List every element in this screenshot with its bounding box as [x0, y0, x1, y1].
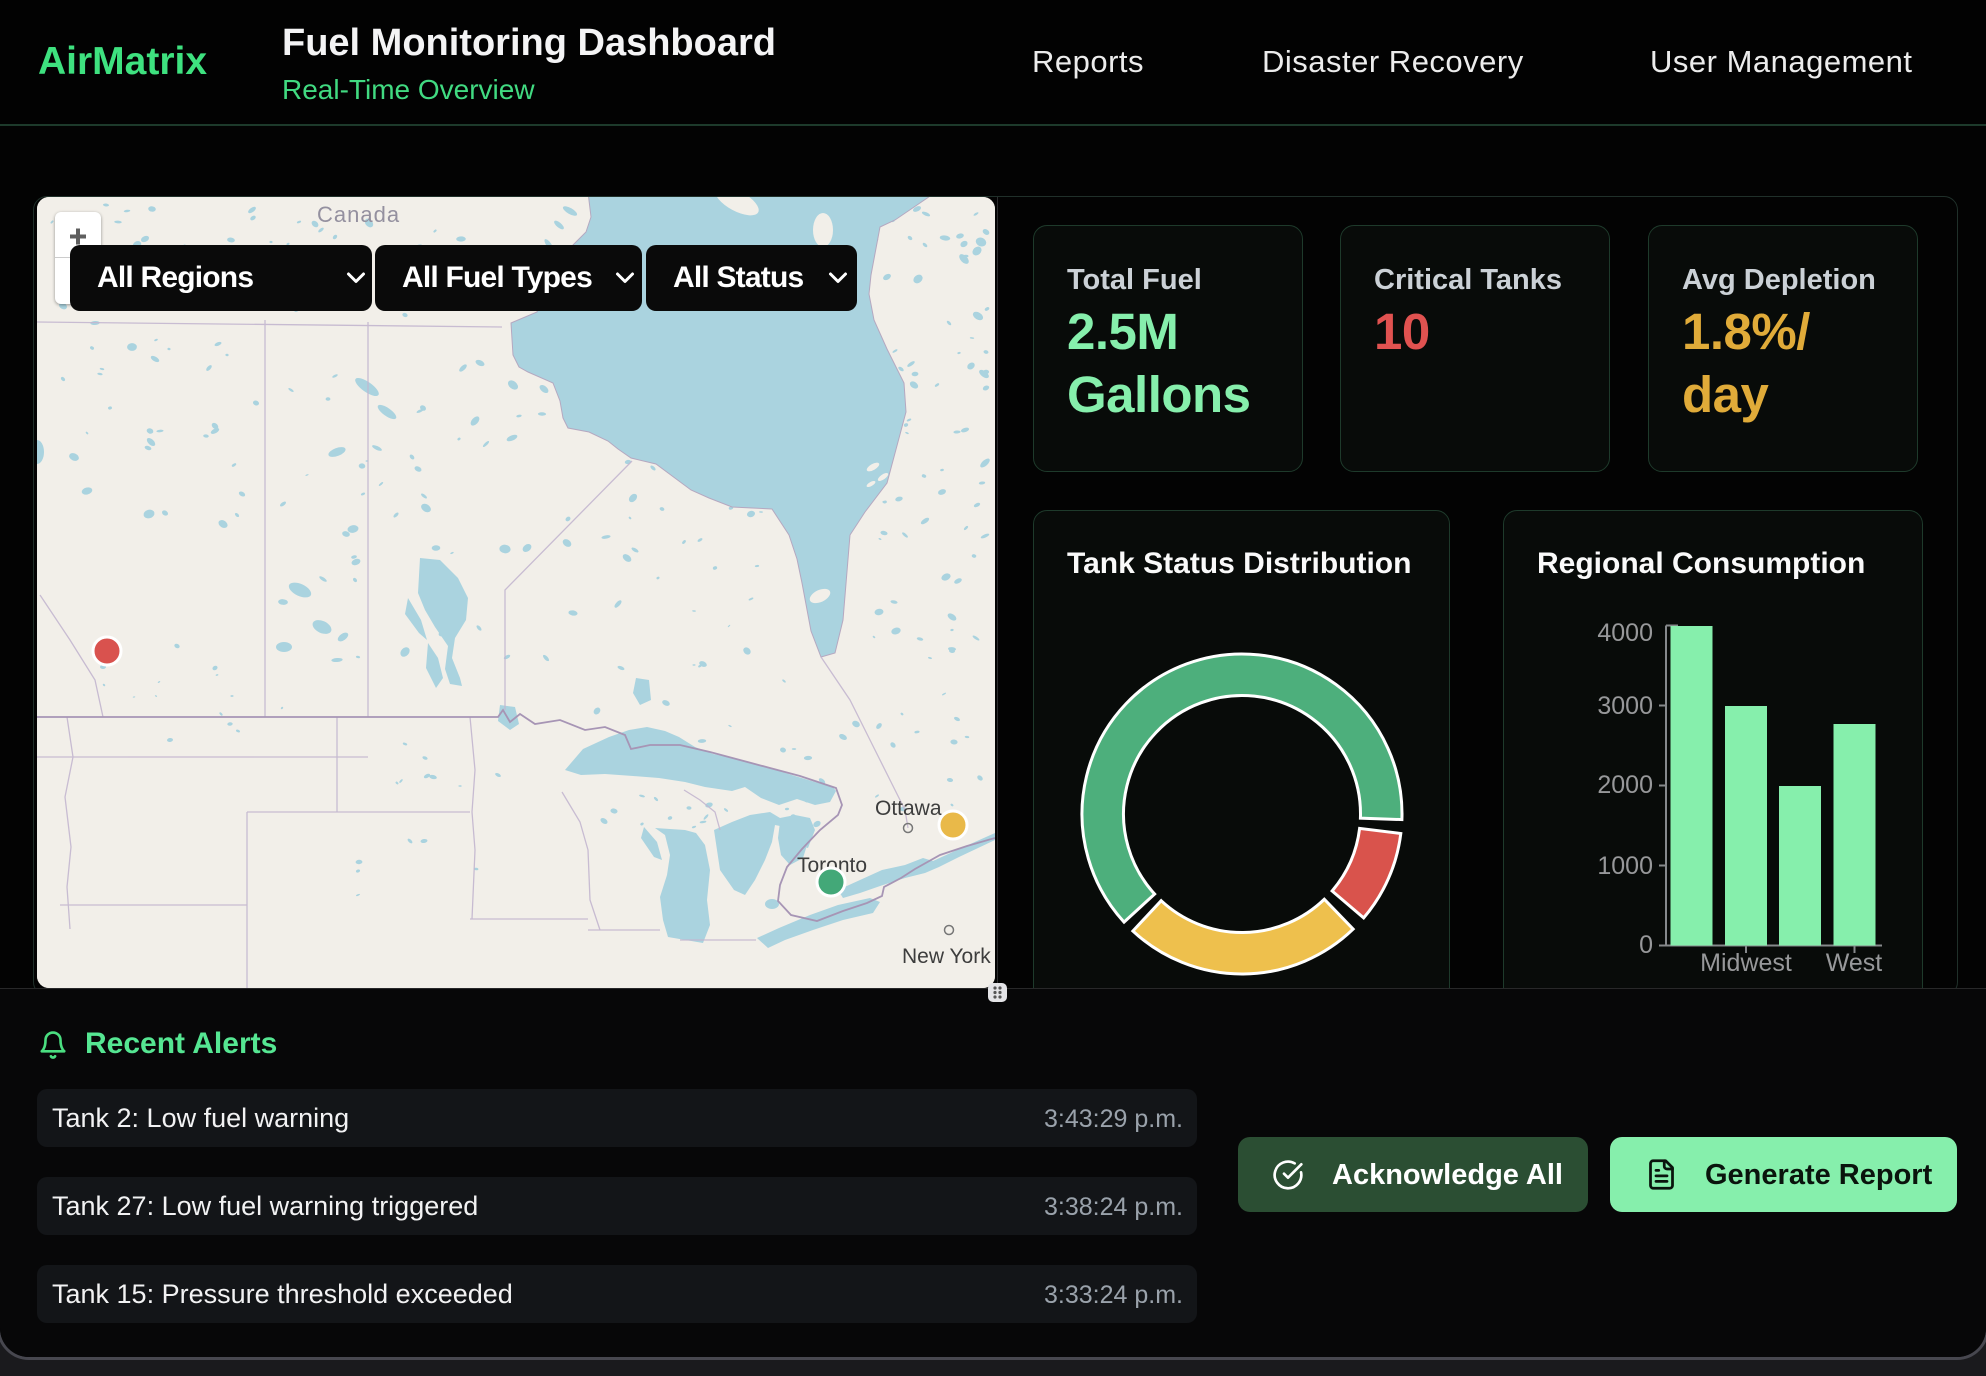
svg-text:New York: New York — [902, 945, 991, 968]
svg-text:Canada: Canada — [317, 202, 400, 227]
svg-text:Ottawa: Ottawa — [875, 797, 942, 820]
